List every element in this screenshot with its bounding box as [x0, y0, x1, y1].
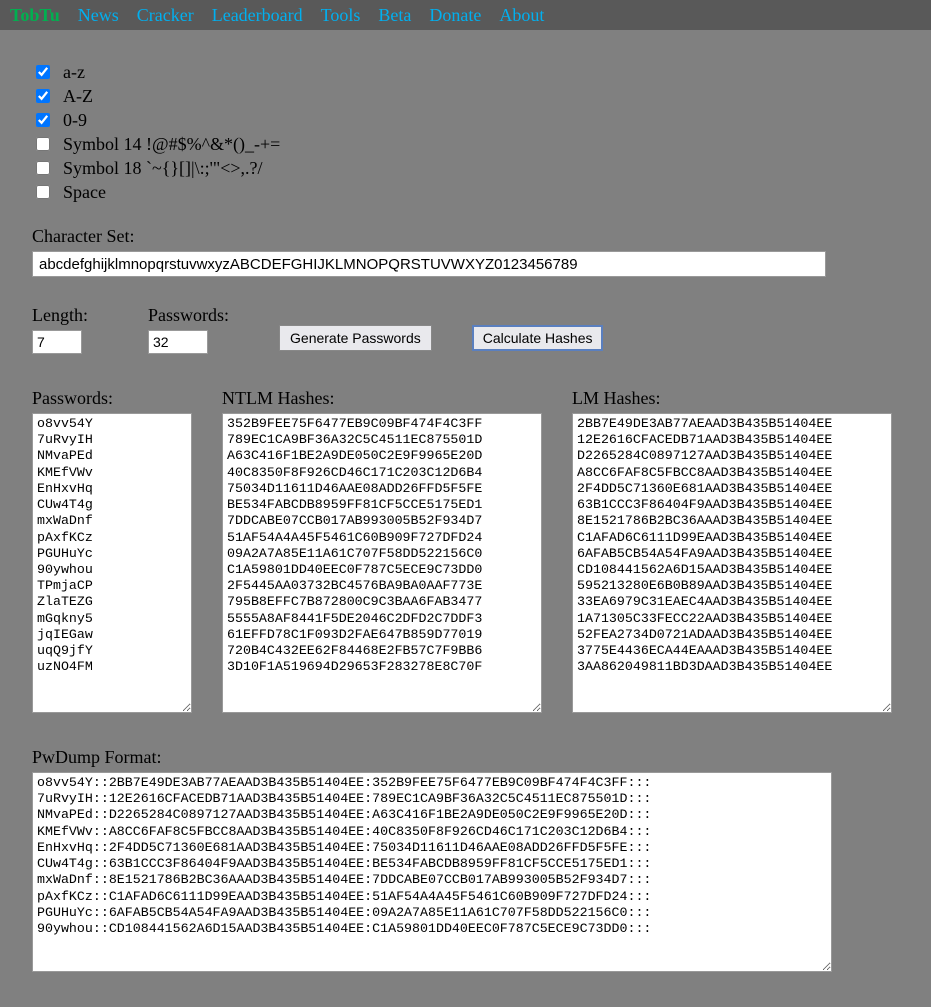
passwords-count-label: Passwords:: [148, 305, 229, 326]
ntlm-textarea[interactable]: [222, 413, 542, 713]
chk-digits[interactable]: [36, 113, 50, 127]
brand-logo[interactable]: TobTu: [10, 5, 60, 26]
charset-label: Character Set:: [32, 226, 899, 247]
chk-symbol18[interactable]: [36, 161, 50, 175]
length-label: Length:: [32, 305, 88, 326]
nav-beta[interactable]: Beta: [378, 5, 411, 26]
chk-symbol14-label: Symbol 14 !@#$%^&*()_-+=: [63, 134, 280, 155]
chk-lowercase-label: a-z: [63, 62, 85, 83]
ntlm-header: NTLM Hashes:: [222, 388, 542, 409]
pwdump-header: PwDump Format:: [32, 747, 899, 768]
lm-textarea[interactable]: [572, 413, 892, 713]
pwdump-textarea[interactable]: [32, 772, 832, 972]
nav-donate[interactable]: Donate: [429, 5, 481, 26]
nav-news[interactable]: News: [78, 5, 119, 26]
chk-symbol14[interactable]: [36, 137, 50, 151]
passwords-textarea[interactable]: [32, 413, 192, 713]
nav-tools[interactable]: Tools: [321, 5, 361, 26]
nav-leaderboard[interactable]: Leaderboard: [212, 5, 303, 26]
chk-lowercase[interactable]: [36, 65, 50, 79]
passwords-count-input[interactable]: [148, 330, 208, 354]
navbar: TobTu News Cracker Leaderboard Tools Bet…: [0, 0, 931, 30]
chk-uppercase[interactable]: [36, 89, 50, 103]
charset-input[interactable]: [32, 251, 826, 277]
calculate-hashes-button[interactable]: Calculate Hashes: [472, 325, 604, 351]
passwords-header: Passwords:: [32, 388, 192, 409]
lm-header: LM Hashes:: [572, 388, 892, 409]
length-input[interactable]: [32, 330, 82, 354]
nav-about[interactable]: About: [499, 5, 544, 26]
nav-cracker[interactable]: Cracker: [137, 5, 194, 26]
chk-space-label: Space: [63, 182, 106, 203]
charset-checkbox-list: a-z A-Z 0-9 Symbol 14 !@#$%^&*()_-+= Sym…: [32, 60, 899, 204]
chk-symbol18-label: Symbol 18 `~{}[]|\:;'"<>,.?/: [63, 158, 263, 179]
page-content: a-z A-Z 0-9 Symbol 14 !@#$%^&*()_-+= Sym…: [0, 30, 931, 1007]
chk-digits-label: 0-9: [63, 110, 87, 131]
chk-uppercase-label: A-Z: [63, 86, 93, 107]
generate-passwords-button[interactable]: Generate Passwords: [279, 325, 432, 351]
chk-space[interactable]: [36, 185, 50, 199]
